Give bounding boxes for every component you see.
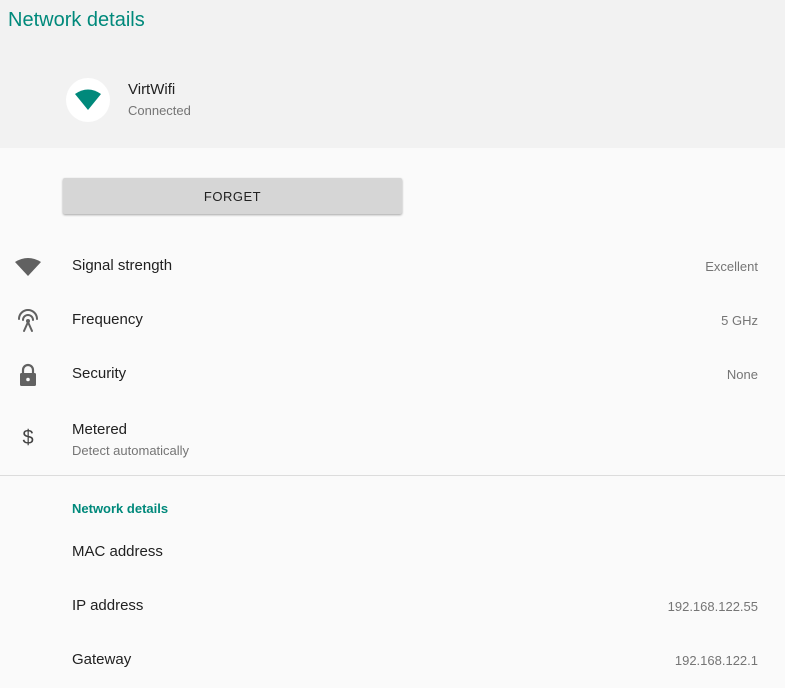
section-divider — [0, 475, 785, 476]
svg-text:$: $ — [22, 427, 33, 449]
security-label: Security — [72, 365, 127, 382]
section-title: Network details — [72, 501, 169, 516]
lock-icon — [14, 362, 42, 388]
metered-row[interactable]: $ Metered Detect automatically — [0, 412, 785, 466]
signal-strength-label: Signal strength — [72, 257, 173, 274]
frequency-value: 5 GHz — [721, 313, 758, 328]
wifi-signal-icon — [14, 254, 42, 280]
ip-address-row: IP address 192.168.122.55 — [0, 580, 785, 634]
gateway-label: Gateway — [72, 651, 132, 668]
security-value: None — [726, 367, 758, 382]
gateway-row: Gateway 192.168.122.1 — [0, 634, 785, 688]
network-name: VirtWifi — [128, 81, 176, 98]
signal-strength-row: Signal strength Excellent — [0, 240, 785, 294]
network-status: Connected — [128, 103, 191, 118]
metered-sub: Detect automatically — [72, 443, 190, 458]
frequency-row: Frequency 5 GHz — [0, 294, 785, 348]
signal-strength-value: Excellent — [705, 259, 758, 274]
security-row: Security None — [0, 348, 785, 402]
network-icon-badge — [66, 78, 110, 122]
dollar-icon: $ — [14, 424, 42, 450]
ip-address-label: IP address — [72, 597, 144, 614]
antenna-icon — [14, 308, 42, 334]
wifi-icon — [75, 89, 101, 110]
forget-button[interactable]: FORGET — [63, 178, 402, 214]
mac-address-label: MAC address — [72, 543, 163, 560]
metered-label: Metered — [72, 421, 128, 438]
page-title: Network details — [8, 9, 145, 31]
mac-address-row: MAC address — [0, 526, 785, 580]
ip-address-value: 192.168.122.55 — [667, 599, 758, 614]
frequency-label: Frequency — [72, 311, 143, 328]
gateway-value: 192.168.122.1 — [674, 653, 758, 668]
